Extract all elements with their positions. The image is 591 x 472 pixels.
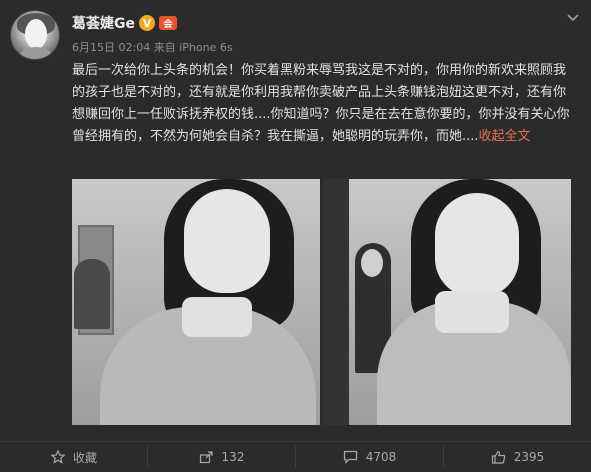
favorite-button[interactable]: 收藏: [0, 446, 148, 468]
share-count: 132: [221, 450, 245, 464]
vip-badge-icon[interactable]: 会: [159, 16, 177, 30]
post-images: [72, 179, 571, 425]
name-row: 葛荟婕Ge V 会: [72, 13, 177, 33]
comment-count: 4708: [365, 450, 397, 464]
like-count: 2395: [513, 450, 545, 464]
post-time[interactable]: 6月15日 02:04: [72, 41, 150, 54]
post-source: iPhone 6s: [179, 41, 233, 54]
avatar-body: [19, 47, 53, 59]
like-icon: [491, 449, 507, 465]
avatar-face: [25, 19, 47, 49]
photo-person-main-collar: [435, 291, 509, 333]
source-prefix: 来自: [153, 41, 176, 54]
photo-person-background: [74, 259, 110, 329]
chevron-down-icon[interactable]: [565, 12, 581, 26]
weibo-post-card: 葛荟婕Ge V 会 6月15日 02:04 来自 iPhone 6s 最后一次给…: [0, 0, 591, 472]
avatar[interactable]: [10, 10, 60, 60]
photo-person-main-face: [435, 193, 519, 297]
verified-badge-icon[interactable]: V: [139, 15, 155, 31]
comment-icon: [343, 449, 359, 465]
collapse-link[interactable]: 收起全文: [479, 129, 531, 144]
comment-button[interactable]: 4708: [296, 446, 444, 468]
action-bar: 收藏 132 4708 2395: [0, 441, 591, 472]
post-photo-left[interactable]: [72, 179, 320, 425]
share-button[interactable]: 132: [148, 446, 296, 468]
post-text: 最后一次给你上头条的机会！你买着黑粉来辱骂我这是不对的，你用你的新欢来照顾我的孩…: [72, 60, 577, 148]
like-button[interactable]: 2395: [444, 446, 591, 468]
photo-door: [323, 179, 349, 425]
post-photo-right[interactable]: [323, 179, 571, 425]
photo-person-main-collar: [182, 297, 252, 337]
photo-person-background-face: [361, 249, 383, 277]
favorite-label: 收藏: [72, 450, 97, 465]
photo-person-main-face: [184, 189, 270, 293]
username[interactable]: 葛荟婕Ge: [72, 13, 135, 33]
star-icon: [50, 449, 66, 465]
post-meta: 6月15日 02:04 来自 iPhone 6s: [72, 39, 233, 55]
share-icon: [199, 449, 215, 465]
